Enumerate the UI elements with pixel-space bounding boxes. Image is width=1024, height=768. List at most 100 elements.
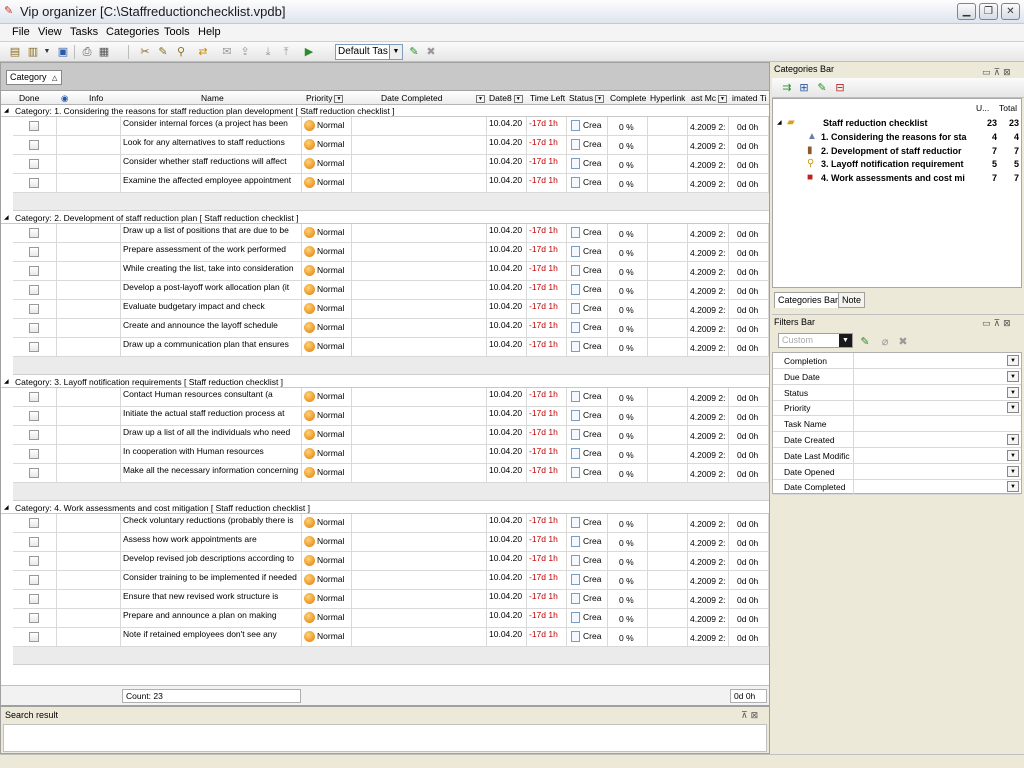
tree-item-category[interactable]: ■ 4. Work assessments and cost mi 7 7: [773, 172, 1021, 185]
close-button[interactable]: ✕: [1001, 3, 1020, 20]
filter-preset-combo[interactable]: Custom ▼: [778, 333, 853, 348]
link-icon[interactable]: ⇄: [196, 45, 210, 59]
save-icon[interactable]: ▣: [56, 45, 70, 59]
chevron-down-icon[interactable]: ▼: [1007, 481, 1019, 493]
chevron-down-icon[interactable]: ▼: [1007, 434, 1019, 445]
clear-filter-icon[interactable]: ⌀: [878, 335, 892, 349]
chevron-down-icon[interactable]: ▼: [1007, 370, 1019, 382]
menu-view[interactable]: View: [38, 26, 62, 38]
apply-view-icon[interactable]: ✎: [407, 45, 421, 59]
info-icon[interactable]: ◉: [61, 93, 68, 104]
filter-row[interactable]: Date Opened ▼: [773, 463, 1021, 480]
tree-item-category[interactable]: ▲ 1. Considering the reasons for sta 4 4: [773, 131, 1021, 144]
task-row[interactable]: Assess how work appointments are Normal 10…: [13, 533, 769, 552]
task-row[interactable]: Evaluate budgetary impact and check Norma…: [13, 300, 769, 319]
task-row[interactable]: Make all the necessary information conce…: [13, 464, 769, 483]
done-checkbox[interactable]: [29, 575, 39, 585]
done-checkbox[interactable]: [29, 392, 39, 402]
col-done[interactable]: Done: [19, 93, 39, 103]
chevron-down-icon[interactable]: ▼: [1007, 449, 1019, 461]
pin-close-icon[interactable]: ▭⊼⊠: [982, 67, 1014, 78]
done-checkbox[interactable]: [29, 121, 39, 131]
task-row[interactable]: Develop a post-layoff work allocation pl…: [13, 281, 769, 300]
task-row[interactable]: In cooperation with Human resources Norma…: [13, 445, 769, 464]
col-estimated-time[interactable]: imated Ti: [732, 93, 767, 103]
col-last-modified[interactable]: ast Mc ▼: [691, 93, 728, 103]
menu-tasks[interactable]: Tasks: [70, 26, 98, 38]
new-category-icon[interactable]: ▥: [26, 45, 40, 59]
menu-help[interactable]: Help: [198, 26, 221, 38]
task-row[interactable]: Create and announce the layoff schedule N…: [13, 319, 769, 338]
task-row[interactable]: Check voluntary reductions (probably the…: [13, 514, 769, 533]
done-checkbox[interactable]: [29, 342, 39, 352]
done-checkbox[interactable]: [29, 430, 39, 440]
filter-row[interactable]: Priority ▼: [773, 400, 1021, 417]
done-checkbox[interactable]: [29, 247, 39, 257]
add-category-icon[interactable]: ⇉: [780, 81, 794, 95]
delete-view-icon[interactable]: ✖: [424, 45, 438, 59]
done-checkbox[interactable]: [29, 266, 39, 276]
send-icon[interactable]: ⇪: [238, 45, 252, 59]
mail-icon[interactable]: ✉: [220, 45, 234, 59]
dropdown-arrow-icon[interactable]: ▼: [40, 45, 54, 59]
category-group-row[interactable]: ◢ Category: 3. Layoff notification requir…: [1, 376, 769, 388]
group-chip-category[interactable]: Category △: [6, 70, 62, 85]
done-checkbox[interactable]: [29, 468, 39, 478]
done-checkbox[interactable]: [29, 537, 39, 547]
done-checkbox[interactable]: [29, 411, 39, 421]
chevron-down-icon[interactable]: ▼: [1007, 355, 1019, 366]
task-row[interactable]: Note if retained employees don't see any…: [13, 628, 769, 647]
category-group-row[interactable]: ◢ Category: 1. Considering the reasons fo…: [1, 105, 769, 117]
view-selector[interactable]: Default Tas ▼: [335, 44, 403, 60]
done-checkbox[interactable]: [29, 613, 39, 623]
menu-categories[interactable]: Categories: [106, 26, 159, 38]
filter-icon[interactable]: ▶: [302, 45, 316, 59]
done-checkbox[interactable]: [29, 304, 39, 314]
new-task-icon[interactable]: ▤: [8, 45, 22, 59]
tree-item-root[interactable]: ◢ ▰ Staff reduction checklist 23 23: [773, 117, 1021, 130]
task-row[interactable]: Consider whether staff reductions will a…: [13, 155, 769, 174]
done-checkbox[interactable]: [29, 556, 39, 566]
export-icon[interactable]: ⤒: [279, 45, 293, 59]
print-icon[interactable]: ⎙: [80, 45, 94, 59]
import-icon[interactable]: ⤓: [261, 45, 275, 59]
filter-row[interactable]: Due Date ▼: [773, 368, 1021, 385]
task-row[interactable]: Initiate the actual staff reduction proc…: [13, 407, 769, 426]
category-group-row[interactable]: ◢ Category: 4. Work assessments and cost …: [1, 502, 769, 514]
done-checkbox[interactable]: [29, 228, 39, 238]
edit-icon[interactable]: ✎: [156, 45, 170, 59]
cut-icon[interactable]: ✂: [138, 45, 152, 59]
done-checkbox[interactable]: [29, 594, 39, 604]
collapse-icon[interactable]: ◢: [777, 119, 782, 126]
filter-row[interactable]: Completion ▼: [773, 353, 1021, 369]
add-subcategory-icon[interactable]: ⊞: [797, 81, 811, 95]
remove-filter-icon[interactable]: ✖: [896, 335, 910, 349]
collapse-icon[interactable]: ◢: [4, 504, 9, 511]
task-row[interactable]: Prepare assessment of the work performed…: [13, 243, 769, 262]
chevron-down-icon[interactable]: ▼: [1007, 386, 1019, 398]
task-row[interactable]: Draw up a list of positions that are due…: [13, 224, 769, 243]
filter-row[interactable]: Status ▼: [773, 384, 1021, 401]
col-date-completed-dd[interactable]: ▼: [474, 93, 485, 103]
menu-tools[interactable]: Tools: [164, 26, 190, 38]
col-time-left[interactable]: Time Left: [530, 93, 565, 103]
maximize-button[interactable]: ❐: [979, 3, 998, 20]
task-row[interactable]: Develop revised job descriptions accordi…: [13, 552, 769, 571]
task-row[interactable]: Examine the affected employee appointmen…: [13, 174, 769, 193]
tab-categories-bar[interactable]: Categories Bar: [774, 292, 843, 308]
collapse-icon[interactable]: ◢: [4, 107, 9, 114]
filter-row[interactable]: Date Created ▼: [773, 432, 1021, 448]
collapse-icon[interactable]: ◢: [4, 378, 9, 385]
task-row[interactable]: Draw up a communication plan that ensure…: [13, 338, 769, 357]
col-date-completed[interactable]: Date Completed: [381, 93, 442, 103]
task-row[interactable]: Consider training to be implemented if n…: [13, 571, 769, 590]
task-row[interactable]: While creating the list, take into consi…: [13, 262, 769, 281]
edit-category-icon[interactable]: ✎: [815, 81, 829, 95]
delete-category-icon[interactable]: ⊟: [833, 81, 847, 95]
col-priority[interactable]: Priority ▼: [306, 93, 344, 103]
tree-item-category[interactable]: ▮ 2. Development of staff reductior 7 7: [773, 145, 1021, 158]
done-checkbox[interactable]: [29, 140, 39, 150]
col-date[interactable]: Date8 ▼: [489, 93, 527, 103]
task-row[interactable]: Contact Human resources consultant (a Nor…: [13, 388, 769, 407]
category-group-row[interactable]: ◢ Category: 2. Development of staff reduc…: [1, 212, 769, 224]
